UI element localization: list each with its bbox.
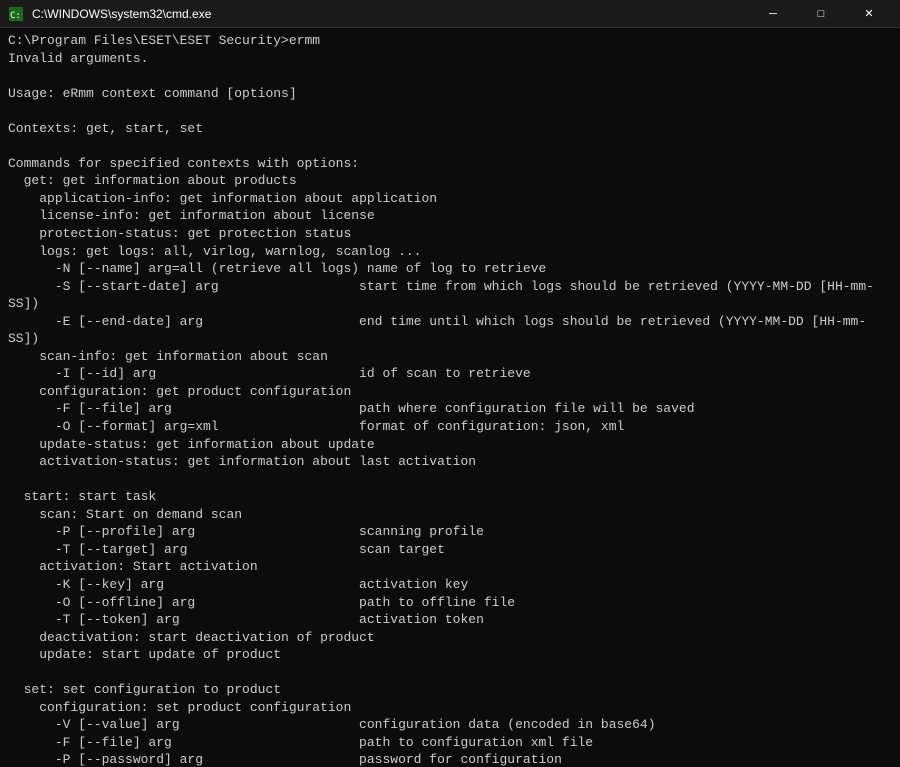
window-controls: ─ □ ✕ — [750, 0, 892, 28]
title-bar: C: C:\WINDOWS\system32\cmd.exe ─ □ ✕ — [0, 0, 900, 28]
svg-text:C:: C: — [10, 11, 21, 21]
maximize-button[interactable]: □ — [798, 0, 844, 28]
window-title: C:\WINDOWS\system32\cmd.exe — [32, 7, 211, 21]
minimize-button[interactable]: ─ — [750, 0, 796, 28]
title-bar-left: C: C:\WINDOWS\system32\cmd.exe — [8, 6, 211, 22]
terminal-text: C:\Program Files\ESET\ESET Security>ermm… — [8, 32, 892, 767]
close-button[interactable]: ✕ — [846, 0, 892, 28]
cmd-icon: C: — [8, 6, 24, 22]
terminal-output: C:\Program Files\ESET\ESET Security>ermm… — [0, 28, 900, 767]
